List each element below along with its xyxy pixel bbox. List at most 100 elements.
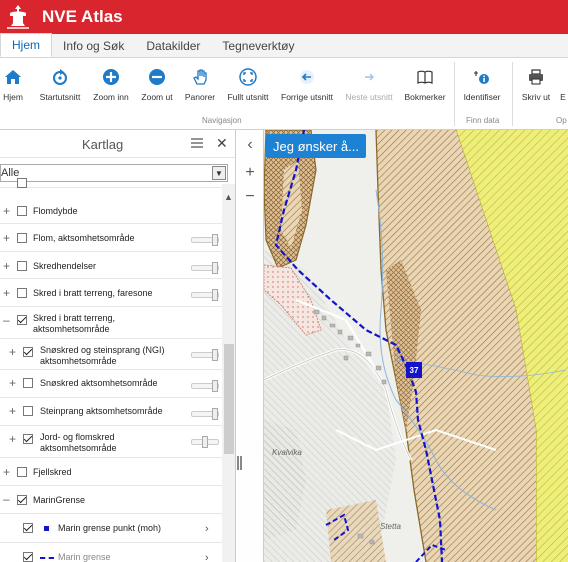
list-item[interactable]: + Steinprang aktsomhetsområde xyxy=(0,399,222,426)
slider-knob[interactable] xyxy=(212,234,218,246)
list-item[interactable]: + Flom, aktsomhetsområde xyxy=(0,225,222,252)
hand-icon xyxy=(184,66,216,88)
tab-tegneverktoy[interactable]: Tegneverktøy xyxy=(211,35,305,57)
layer-checkbox[interactable] xyxy=(23,552,33,562)
layer-checkbox[interactable] xyxy=(23,406,33,416)
opacity-slider[interactable] xyxy=(191,408,219,420)
tab-datakilder[interactable]: Datakilder xyxy=(135,35,211,57)
expand-icon[interactable]: + xyxy=(3,287,10,299)
scroll-up-icon[interactable]: ▲ xyxy=(224,192,233,202)
ribbon-separator xyxy=(512,62,513,126)
home-button[interactable]: Hjem xyxy=(2,66,24,102)
slider-knob[interactable] xyxy=(202,436,208,448)
export-button[interactable]: E xyxy=(558,66,568,102)
expand-icon[interactable]: + xyxy=(3,232,10,244)
layer-checkbox[interactable] xyxy=(17,495,27,505)
pan-button[interactable]: Panorer xyxy=(184,66,216,102)
opacity-slider[interactable] xyxy=(191,349,219,361)
identify-button[interactable]: Identifiser xyxy=(460,66,504,102)
layer-label: Skredhendelser xyxy=(33,261,97,271)
list-item[interactable]: – Skred i bratt terreng, aktsomhetsområd… xyxy=(0,308,222,339)
map-view[interactable]: 37 Kvalvika Stetta ‹ + − Jeg ønsker å... xyxy=(236,130,568,562)
layer-checkbox[interactable] xyxy=(17,261,27,271)
full-extent-button[interactable]: Fullt utsnitt xyxy=(226,66,270,102)
zoom-out-icon xyxy=(140,66,174,88)
tab-info-og-sok[interactable]: Info og Søk xyxy=(52,35,135,57)
next-extent-button[interactable]: Neste utsnitt xyxy=(344,66,394,102)
place-label-stetta: Stetta xyxy=(380,522,401,531)
layer-label: Marin grense punkt (moh) xyxy=(58,523,162,533)
ribbon-toolbar: Hjem Startutsnitt Zoom inn Zoom ut Panor… xyxy=(0,58,568,130)
expand-icon[interactable]: + xyxy=(3,260,10,272)
zoom-out-map-button[interactable]: − xyxy=(241,188,259,206)
collapse-icon[interactable]: – xyxy=(3,493,10,505)
panel-resize-grip[interactable] xyxy=(237,456,242,470)
layer-label: Fjellskred xyxy=(33,467,72,477)
layer-panel-header: Kartlag ✕ xyxy=(0,130,235,158)
expand-icon[interactable]: + xyxy=(9,346,16,358)
opacity-slider[interactable] xyxy=(191,380,219,392)
panel-menu-icon[interactable] xyxy=(190,137,204,152)
print-button[interactable]: Skriv ut xyxy=(520,66,552,102)
opacity-slider[interactable] xyxy=(191,262,219,274)
layer-checkbox[interactable] xyxy=(17,467,27,477)
list-item[interactable]: + Fjellskred xyxy=(0,459,222,486)
list-item[interactable]: + Snøskred og steinsprang (NGI) aktsomhe… xyxy=(0,340,222,370)
expand-icon[interactable]: + xyxy=(9,377,16,389)
list-item[interactable]: + Flomdybde xyxy=(0,198,222,224)
layer-checkbox[interactable] xyxy=(23,347,33,357)
layer-checkbox[interactable] xyxy=(23,523,33,533)
zoom-in-button[interactable]: Zoom inn xyxy=(92,66,130,102)
expand-icon[interactable]: + xyxy=(3,205,10,217)
chevron-down-icon[interactable]: ▼ xyxy=(212,166,226,180)
bookmarks-button[interactable]: Bokmerker xyxy=(404,66,446,102)
layer-checkbox[interactable] xyxy=(23,378,33,388)
group-label-other: Op xyxy=(556,116,567,125)
list-item[interactable]: + Skred i bratt terreng, faresone xyxy=(0,280,222,307)
chevron-right-icon[interactable]: › xyxy=(205,523,209,535)
zoom-in-map-button[interactable]: + xyxy=(241,164,259,182)
start-extent-button[interactable]: Startutsnitt xyxy=(38,66,82,102)
layer-panel: Kartlag ✕ Alle ▼ + Flomdybde + Flom, akt… xyxy=(0,130,236,562)
layer-checkbox[interactable] xyxy=(17,233,27,243)
opacity-slider[interactable] xyxy=(191,234,219,246)
layer-filter-select[interactable]: Alle ▼ xyxy=(0,164,228,182)
expand-icon[interactable]: + xyxy=(3,466,10,478)
layer-checkbox[interactable] xyxy=(17,315,27,325)
opacity-slider[interactable] xyxy=(191,436,219,448)
close-icon[interactable]: ✕ xyxy=(216,135,228,152)
layer-checkbox[interactable] xyxy=(17,288,27,298)
list-item[interactable]: + Skredhendelser xyxy=(0,253,222,279)
export-icon xyxy=(558,66,568,88)
layer-label: Marin grense xyxy=(58,552,111,562)
list-item[interactable]: – MarinGrense xyxy=(0,487,222,514)
tab-hjem[interactable]: Hjem xyxy=(0,33,53,57)
jeg-onsker-button[interactable]: Jeg ønsker å... xyxy=(266,134,366,158)
chevron-right-icon[interactable]: › xyxy=(205,552,209,562)
refresh-icon xyxy=(38,66,82,88)
scroll-thumb[interactable] xyxy=(224,344,234,454)
slider-knob[interactable] xyxy=(212,349,218,361)
list-item[interactable]: + Jord- og flomskred aktsomhetsområde xyxy=(0,427,222,458)
layer-checkbox[interactable] xyxy=(23,434,33,444)
expand-icon[interactable]: + xyxy=(9,433,16,445)
layer-checkbox[interactable] xyxy=(17,206,27,216)
slider-knob[interactable] xyxy=(212,289,218,301)
opacity-slider[interactable] xyxy=(191,289,219,301)
marine-limit-point-badge[interactable]: 37 xyxy=(406,362,422,378)
zoom-out-button[interactable]: Zoom ut xyxy=(140,66,174,102)
list-item[interactable]: Marin grense punkt (moh) › xyxy=(0,515,222,543)
layer-label: Steinprang aktsomhetsområde xyxy=(40,406,163,416)
list-item[interactable]: Marin grense › xyxy=(0,544,222,562)
chevron-left-icon[interactable]: ‹ xyxy=(241,136,259,154)
list-item[interactable]: + Snøskred aktsomhetsområde xyxy=(0,371,222,398)
collapse-icon[interactable]: – xyxy=(3,314,10,326)
forward-arrow-icon xyxy=(344,66,394,88)
layer-list-scrollbar[interactable]: ▲ xyxy=(222,184,235,562)
slider-knob[interactable] xyxy=(212,408,218,420)
layer-checkbox[interactable] xyxy=(17,178,27,188)
slider-knob[interactable] xyxy=(212,380,218,392)
expand-icon[interactable]: + xyxy=(9,405,16,417)
slider-knob[interactable] xyxy=(212,262,218,274)
previous-extent-button[interactable]: Forrige utsnitt xyxy=(280,66,334,102)
